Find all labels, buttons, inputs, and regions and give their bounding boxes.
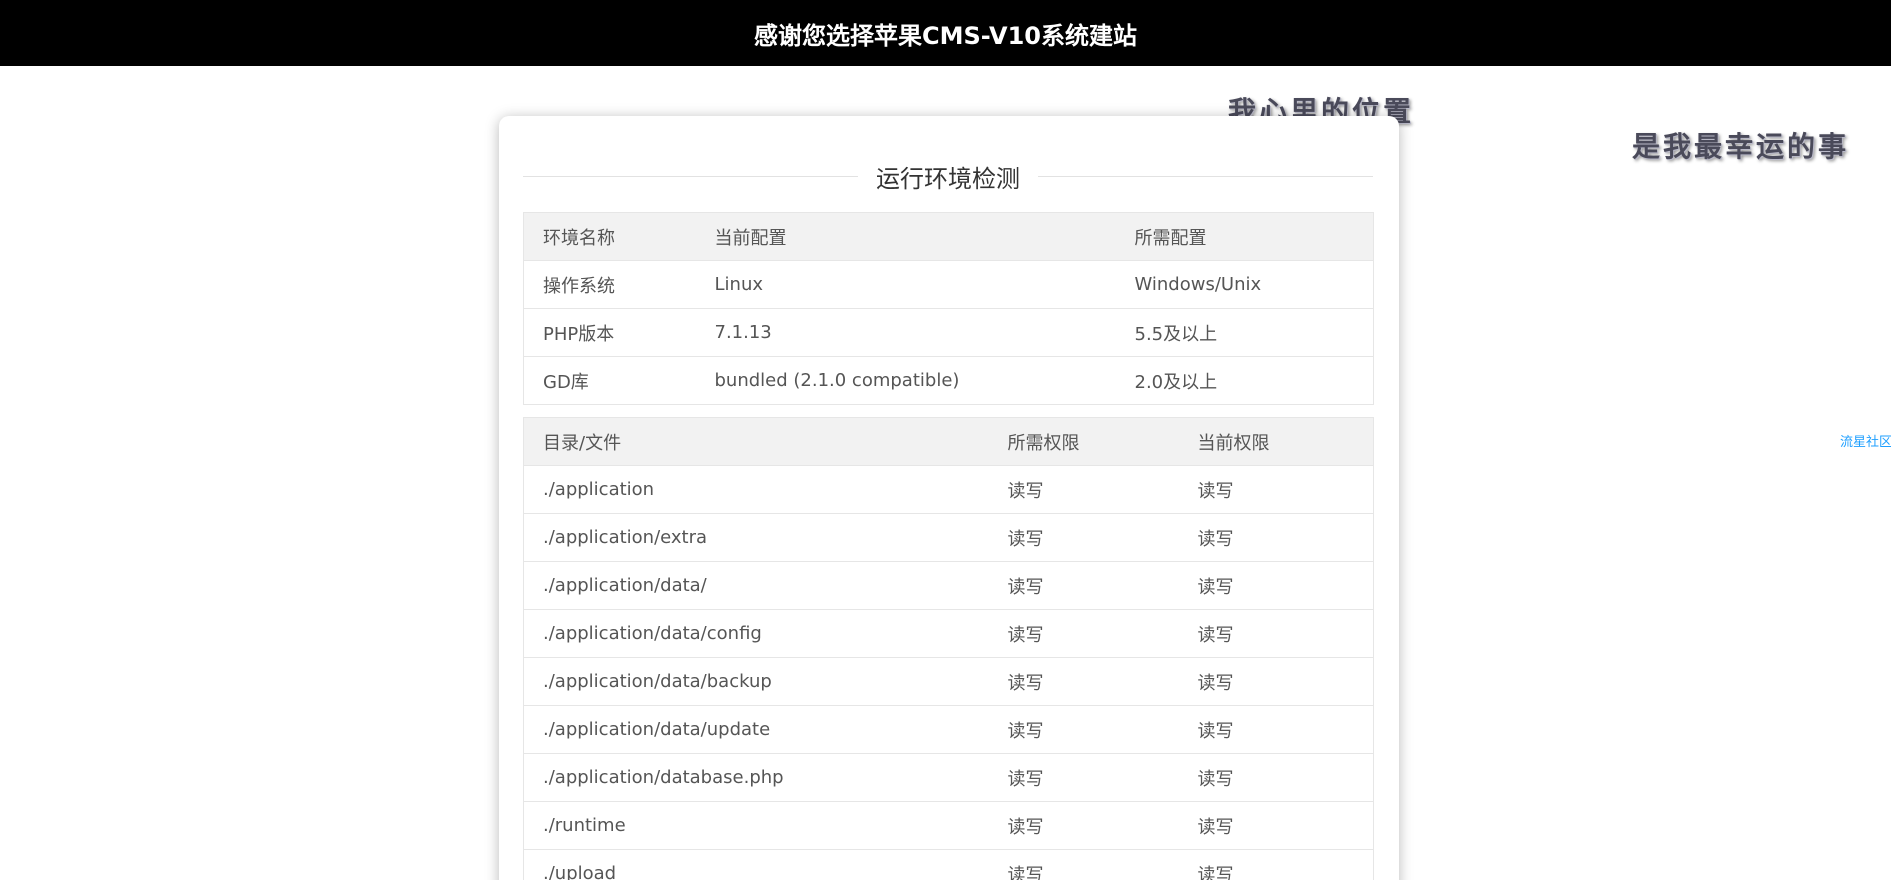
current-permission-cell: 读写 [1178, 465, 1374, 514]
table-row: ./application/data/update 读写 读写 [523, 705, 1374, 754]
env-name-cell: 操作系统 [523, 260, 696, 309]
column-header-current-config: 当前配置 [695, 212, 1116, 261]
table-header-row: 环境名称 当前配置 所需配置 [523, 212, 1374, 261]
section-title-text: 运行环境检测 [876, 164, 1020, 193]
path-cell: ./application/data/update [523, 705, 989, 754]
required-config-cell: Windows/Unix [1115, 260, 1374, 309]
required-config-cell: 2.0及以上 [1115, 356, 1374, 405]
path-cell: ./runtime [523, 801, 989, 850]
table-row: ./application/extra 读写 读写 [523, 513, 1374, 562]
current-config-cell: Linux [695, 260, 1116, 309]
path-cell: ./application/database.php [523, 753, 989, 802]
column-header-required-permission: 所需权限 [988, 417, 1179, 466]
current-permission-cell: 读写 [1178, 561, 1374, 610]
required-permission-cell: 读写 [988, 801, 1179, 850]
current-config-cell: 7.1.13 [695, 308, 1116, 357]
table-row: ./upload 读写 读写 [523, 849, 1374, 880]
path-cell: ./upload [523, 849, 989, 880]
current-permission-cell: 读写 [1178, 657, 1374, 706]
current-permission-cell: 读写 [1178, 609, 1374, 658]
table-row: ./application/database.php 读写 读写 [523, 753, 1374, 802]
required-permission-cell: 读写 [988, 465, 1179, 514]
column-header-env-name: 环境名称 [523, 212, 696, 261]
current-permission-cell: 读写 [1178, 849, 1374, 880]
install-check-card: 运行环境检测 环境名称 当前配置 所需配置 操作系统 Linux Windows… [499, 116, 1399, 880]
side-link-community[interactable]: 流星社区 [1840, 431, 1891, 450]
required-permission-cell: 读写 [988, 753, 1179, 802]
title-divider-right [1038, 175, 1373, 177]
path-cell: ./application [523, 465, 989, 514]
path-cell: ./application/data/backup [523, 657, 989, 706]
env-name-cell: PHP版本 [523, 308, 696, 357]
current-permission-cell: 读写 [1178, 753, 1374, 802]
required-config-cell: 5.5及以上 [1115, 308, 1374, 357]
table-row: ./runtime 读写 读写 [523, 801, 1374, 850]
title-divider-left [523, 175, 858, 177]
path-cell: ./application/extra [523, 513, 989, 562]
required-permission-cell: 读写 [988, 513, 1179, 562]
path-cell: ./application/data/ [523, 561, 989, 610]
current-config-cell: bundled (2.1.0 compatible) [695, 356, 1116, 405]
table-row: ./application/data/config 读写 读写 [523, 609, 1374, 658]
env-name-cell: GD库 [523, 356, 696, 405]
table-row: PHP版本 7.1.13 5.5及以上 [523, 308, 1374, 357]
table-row: GD库 bundled (2.1.0 compatible) 2.0及以上 [523, 356, 1374, 405]
permissions-table: 目录/文件 所需权限 当前权限 ./application 读写 读写 ./ap… [523, 417, 1374, 880]
top-header-bar: 感谢您选择苹果CMS-V10系统建站 [0, 0, 1891, 66]
required-permission-cell: 读写 [988, 849, 1179, 880]
path-cell: ./application/data/config [523, 609, 989, 658]
table-row: 操作系统 Linux Windows/Unix [523, 260, 1374, 309]
column-header-required-config: 所需配置 [1115, 212, 1374, 261]
current-permission-cell: 读写 [1178, 705, 1374, 754]
table-row: ./application/data/backup 读写 读写 [523, 657, 1374, 706]
decorative-text-2: 是我最幸运的事 [1632, 130, 1850, 163]
required-permission-cell: 读写 [988, 705, 1179, 754]
column-header-path: 目录/文件 [523, 417, 989, 466]
table-row: ./application/data/ 读写 读写 [523, 561, 1374, 610]
required-permission-cell: 读写 [988, 657, 1179, 706]
required-permission-cell: 读写 [988, 561, 1179, 610]
required-permission-cell: 读写 [988, 609, 1179, 658]
current-permission-cell: 读写 [1178, 513, 1374, 562]
column-header-current-permission: 当前权限 [1178, 417, 1374, 466]
environment-table: 环境名称 当前配置 所需配置 操作系统 Linux Windows/Unix P… [523, 212, 1374, 405]
table-header-row: 目录/文件 所需权限 当前权限 [523, 417, 1374, 466]
section-title: 运行环境检测 [523, 156, 1373, 196]
table-row: ./application 读写 读写 [523, 465, 1374, 514]
current-permission-cell: 读写 [1178, 801, 1374, 850]
header-title: 感谢您选择苹果CMS-V10系统建站 [754, 21, 1137, 50]
